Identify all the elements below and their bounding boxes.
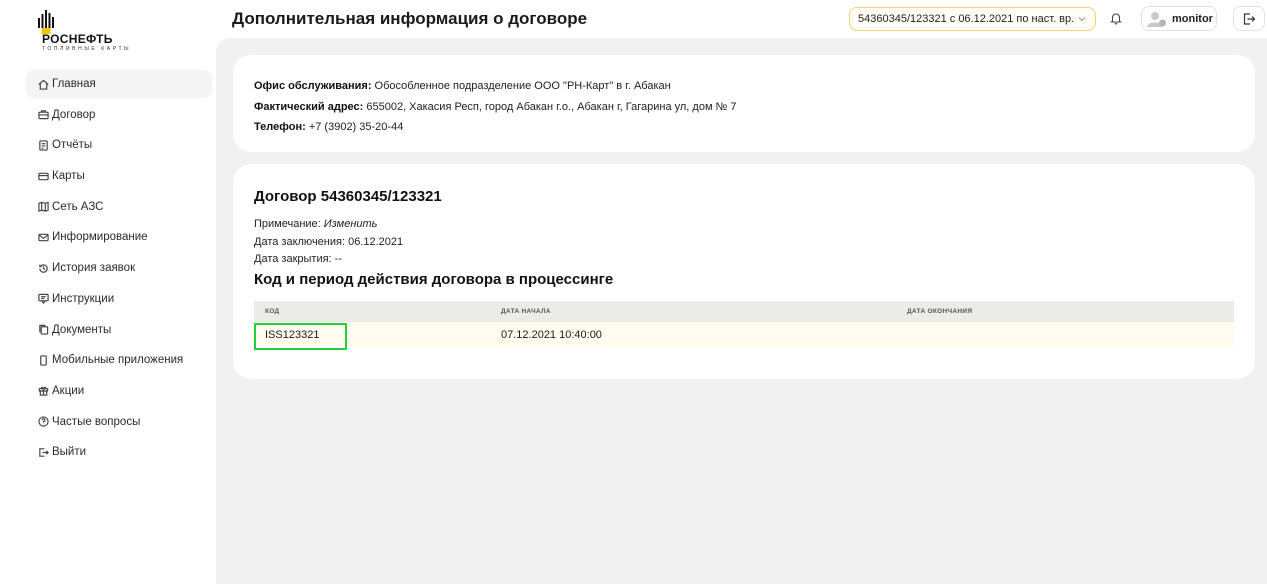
phone-line: Телефон: +7 (3902) 35-20-44 — [254, 117, 1255, 138]
sidebar-item-contract[interactable]: Договор — [26, 101, 212, 129]
header-logout-button[interactable] — [1233, 6, 1265, 31]
office-label: Офис обслуживания: — [254, 80, 372, 92]
chevron-down-icon — [1078, 17, 1086, 22]
sidebar-item-promotions[interactable]: Акции — [26, 377, 212, 405]
sidebar-item-label: Выйти — [52, 446, 87, 459]
address-line: Фактический адрес: 655002, Хакасия Респ,… — [254, 97, 1255, 118]
sidebar-item-label: Мобильные приложения — [52, 354, 184, 367]
sidebar-item-label: Акции — [52, 384, 85, 397]
sidebar-item-label: Информирование — [52, 231, 148, 244]
main-content: Офис обслуживания: Обособленное подразде… — [216, 38, 1267, 584]
sidebar-item-label: Документы — [52, 323, 112, 336]
sidebar-item-label: Карты — [52, 170, 85, 183]
address-label: Фактический адрес: — [254, 100, 364, 113]
sidebar-nav: Главная Договор Отчёты Карты Сеть АЗС Ин… — [26, 70, 212, 469]
contract-select-value: 54360345/123321 с 06.12.2021 по наст. вр… — [858, 13, 1075, 25]
gift-icon — [36, 384, 50, 398]
sidebar: РОСНЕФТЬ ТОПЛИВНЫЕ КАРТЫ Главная Договор… — [0, 0, 216, 584]
processing-section-title: Код и период действия договора в процесс… — [254, 270, 614, 288]
cell-start-date: 07.12.2021 10:40:00 — [501, 328, 602, 341]
user-menu-button[interactable]: monitor — [1141, 6, 1217, 31]
rosneft-logo[interactable]: РОСНЕФТЬ ТОПЛИВНЫЕ КАРТЫ — [36, 10, 136, 54]
question-icon — [36, 415, 50, 429]
sidebar-item-mobile-apps[interactable]: Мобильные приложения — [26, 346, 212, 374]
office-info-card: Офис обслуживания: Обособленное подразде… — [233, 55, 1255, 152]
sidebar-item-label: Сеть АЗС — [52, 200, 104, 213]
code-highlight-box — [254, 323, 347, 350]
sidebar-item-documents[interactable]: Документы — [26, 316, 212, 344]
column-header-code: КОД — [265, 308, 280, 315]
bell-icon[interactable] — [1109, 11, 1123, 25]
sidebar-item-history[interactable]: История заявок — [26, 254, 212, 282]
sidebar-item-faq[interactable]: Частые вопросы — [26, 408, 212, 436]
sidebar-item-label: Частые вопросы — [52, 415, 141, 428]
address-value: 655002, Хакасия Респ, город Абакан г.о.,… — [366, 100, 737, 113]
sidebar-item-label: Договор — [52, 108, 96, 121]
documents-icon — [36, 323, 50, 337]
card-icon — [36, 169, 50, 183]
column-header-end-date: ДАТА ОКОНЧАНИЯ — [907, 308, 973, 315]
note-label: Примечание: — [254, 218, 321, 230]
contract-card: Договор 54360345/123321 Примечание: Изме… — [233, 164, 1255, 379]
office-line: Офис обслуживания: Обособленное подразде… — [254, 76, 1255, 97]
logo-mark-icon — [38, 10, 54, 34]
sidebar-item-label: Главная — [52, 78, 96, 90]
phone-label: Телефон: — [254, 121, 306, 133]
phone-value: +7 (3902) 35-20-44 — [308, 121, 404, 133]
office-value: Обособленное подразделение ООО "РН-Карт"… — [374, 80, 671, 92]
instructions-icon — [36, 292, 50, 306]
table-header: КОД ДАТА НАЧАЛА ДАТА ОКОНЧАНИЯ — [254, 301, 1234, 322]
sidebar-item-logout[interactable]: Выйти — [26, 438, 212, 466]
report-icon — [36, 138, 50, 152]
home-icon — [36, 77, 50, 91]
history-icon — [36, 261, 50, 275]
sidebar-item-label: История заявок — [52, 262, 136, 275]
map-icon — [36, 200, 50, 214]
page-title: Дополнительная информация о договоре — [232, 9, 588, 28]
sidebar-item-informing[interactable]: Информирование — [26, 223, 212, 251]
table-row[interactable]: ISS123321 07.12.2021 10:40:00 — [254, 322, 1234, 347]
briefcase-icon — [36, 108, 50, 122]
sidebar-item-home[interactable]: Главная — [26, 70, 212, 98]
sidebar-item-cards[interactable]: Карты — [26, 162, 212, 190]
date-signed: Дата заключения: 06.12.2021 — [254, 235, 404, 248]
logout-icon — [36, 445, 50, 459]
contract-select[interactable]: 54360345/123321 с 06.12.2021 по наст. вр… — [849, 7, 1096, 31]
logout-icon — [1243, 12, 1256, 25]
date-closed: Дата закрытия: -- — [254, 253, 342, 265]
sidebar-item-instructions[interactable]: Инструкции — [26, 285, 212, 313]
column-header-start-date: ДАТА НАЧАЛА — [501, 308, 551, 315]
edit-note-link[interactable]: Изменить — [324, 218, 378, 230]
phone-icon — [36, 353, 50, 367]
contract-title: Договор 54360345/123321 — [254, 188, 442, 205]
logo-wordmark: РОСНЕФТЬ — [42, 32, 113, 46]
processing-table: КОД ДАТА НАЧАЛА ДАТА ОКОНЧАНИЯ ISS123321… — [254, 301, 1234, 350]
sidebar-item-label: Отчёты — [52, 139, 93, 152]
user-avatar-icon — [1147, 11, 1166, 27]
user-name: monitor — [1172, 12, 1213, 25]
sidebar-item-stations[interactable]: Сеть АЗС — [26, 193, 212, 221]
sidebar-item-reports[interactable]: Отчёты — [26, 131, 212, 159]
logo-tagline: ТОПЛИВНЫЕ КАРТЫ — [42, 46, 132, 52]
mail-icon — [36, 230, 50, 244]
note-line: Примечание: Изменить — [254, 216, 1234, 234]
sidebar-item-label: Инструкции — [52, 292, 115, 305]
